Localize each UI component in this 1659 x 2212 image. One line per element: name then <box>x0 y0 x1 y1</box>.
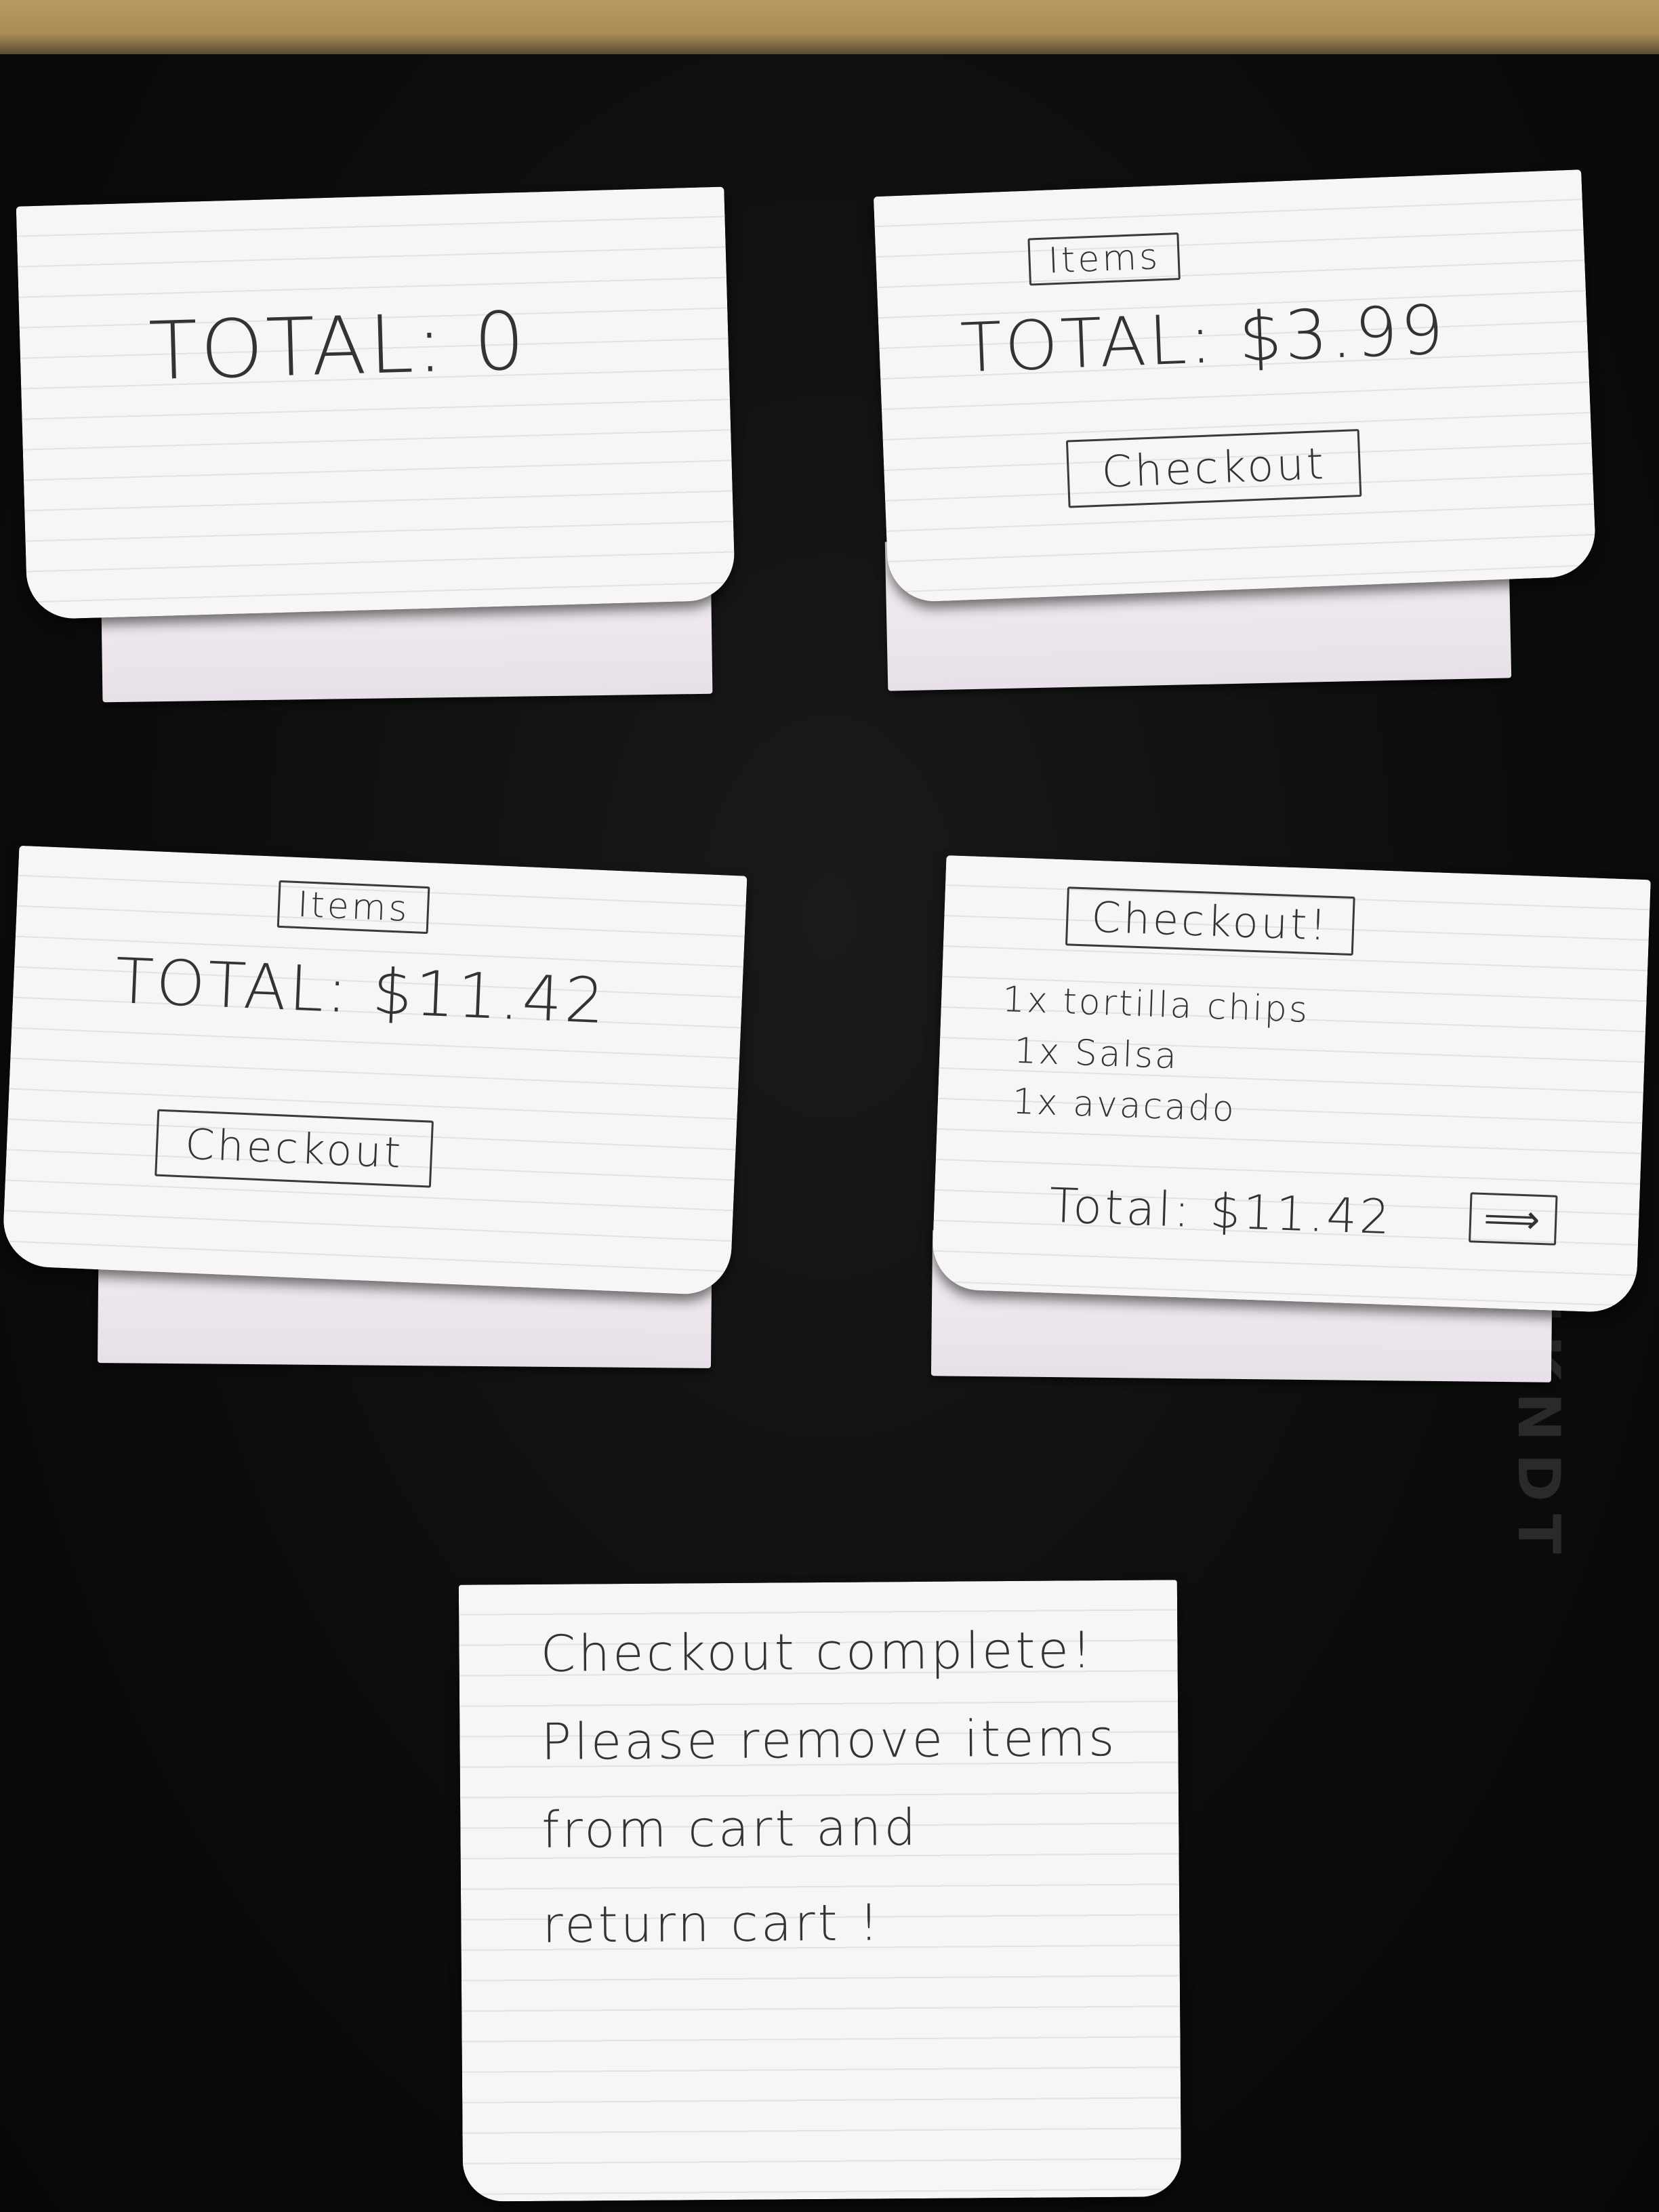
total-label: Total: $11.42 <box>1048 1177 1393 1246</box>
carpet-background <box>0 0 1659 62</box>
list-item: 1x Salsa <box>1013 1030 1180 1078</box>
card-face: Items TOTAL: $11.42 Checkout <box>1 845 747 1296</box>
total-label: TOTAL: $11.42 <box>113 944 609 1038</box>
list-item: 1x tortilla chips <box>1002 979 1311 1031</box>
card-face: TOTAL: 0 <box>16 186 736 620</box>
message-line: return cart ! <box>542 1893 882 1954</box>
total-label: TOTAL: $3.99 <box>959 290 1448 388</box>
items-button[interactable]: Items <box>1027 232 1181 286</box>
card-face: Checkout complete! Please remove items f… <box>458 1580 1182 2202</box>
list-item: 1x avacado <box>1011 1081 1237 1130</box>
total-label: TOTAL: 0 <box>147 293 529 398</box>
message-line: Please remove items <box>541 1708 1118 1771</box>
checkout-button[interactable]: Checkout <box>155 1109 434 1188</box>
checkout-header: Checkout! <box>1065 886 1355 956</box>
items-button[interactable]: Items <box>276 880 430 935</box>
message-line: from cart and <box>541 1798 919 1860</box>
card-face: Items TOTAL: $3.99 Checkout <box>873 169 1597 603</box>
checkout-button[interactable]: Checkout <box>1065 429 1362 508</box>
message-line: Checkout complete! <box>540 1621 1094 1683</box>
card-face: Checkout! 1x tortilla chips 1x Salsa 1x … <box>931 855 1651 1313</box>
next-arrow-button[interactable]: ⟹ <box>1469 1192 1558 1246</box>
